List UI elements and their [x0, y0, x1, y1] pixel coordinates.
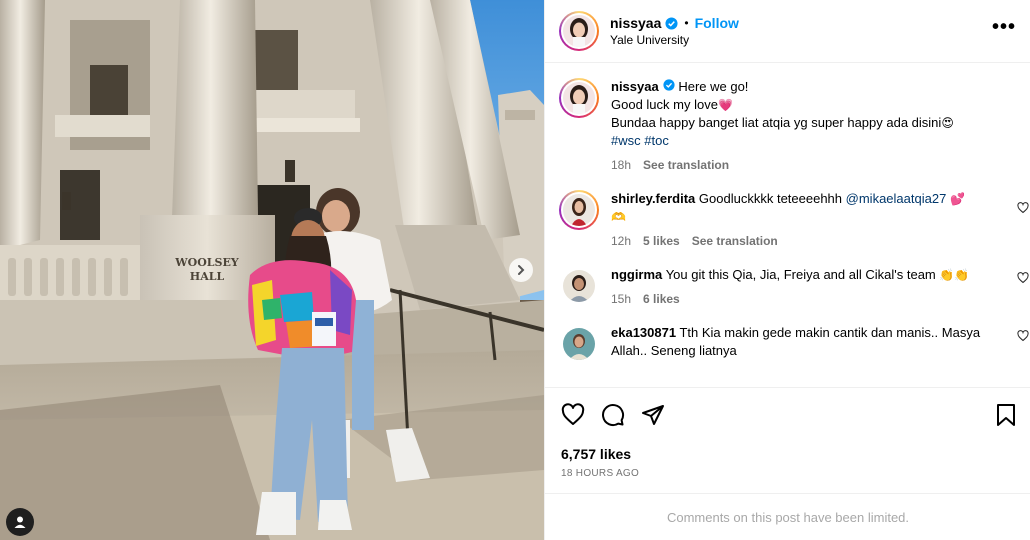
caption-time[interactable]: 18h [611, 156, 631, 174]
svg-text:HALL: HALL [190, 270, 225, 283]
caption-username[interactable]: nissyaa [611, 79, 659, 94]
hashtag-toc[interactable]: #toc [644, 133, 669, 148]
more-options-icon[interactable]: ••• [992, 16, 1016, 39]
verified-badge-icon [663, 79, 675, 91]
comment-like-heart-icon[interactable] [1017, 202, 1029, 217]
author-avatar[interactable] [559, 11, 599, 51]
comment-item: shirley.ferdita Goodluckkkk teteeeehhh @… [559, 190, 1030, 250]
comment-username[interactable]: shirley.ferdita [611, 191, 695, 206]
comment-see-translation[interactable]: See translation [692, 232, 778, 250]
caption-line-2: Good luck my love [611, 97, 718, 112]
post-photo: WOOLSEY HALL [0, 0, 544, 540]
comment-item: eka130871 Tth Kia makin gede makin canti… [559, 324, 1030, 360]
post-header: nissyaa • Follow Yale University ••• [545, 0, 1030, 63]
post-location[interactable]: Yale University [610, 33, 992, 47]
comment-text: Goodluckkkk teteeeehhh [698, 191, 843, 206]
follow-button[interactable]: Follow [695, 15, 739, 31]
comment-avatar[interactable] [563, 328, 595, 360]
comment-like-heart-icon[interactable] [1017, 272, 1029, 287]
comment-username[interactable]: eka130871 [611, 325, 676, 340]
user-icon [13, 515, 27, 529]
comment-item: nggirma You git this Qia, Jia, Freiya an… [559, 266, 1030, 308]
like-heart-icon[interactable] [561, 403, 585, 427]
save-bookmark-icon[interactable] [995, 403, 1017, 427]
comment-bubble-icon[interactable] [601, 403, 625, 427]
post-timestamp[interactable]: 18 HOURS AGO [561, 468, 1017, 479]
post-modal: WOOLSEY HALL nissyaa • Follow Yale Unive… [0, 0, 1030, 540]
author-username[interactable]: nissyaa [610, 15, 661, 31]
comment-likes[interactable]: 6 likes [643, 290, 680, 308]
comment-time[interactable]: 15h [611, 290, 631, 308]
pink-heart-icon: 💗 [717, 98, 733, 112]
comment-like-heart-icon[interactable] [1017, 330, 1029, 345]
comment-username[interactable]: nggirma [611, 267, 662, 282]
verified-badge-icon [665, 16, 678, 30]
clapping-hands-icon: 👏👏 [939, 268, 970, 282]
separator-dot: • [684, 16, 689, 30]
comment-avatar[interactable] [563, 270, 595, 302]
caption-line-3: Bundaa happy banget liat atqia yg super … [611, 115, 942, 130]
next-photo-button[interactable] [509, 258, 533, 282]
comment-mention[interactable]: @mikaelaatqia27 [846, 191, 947, 206]
comment-avatar[interactable] [559, 190, 599, 230]
post-actions: 6,757 likes 18 HOURS AGO [545, 387, 1030, 479]
comment-likes[interactable]: 5 likes [643, 232, 680, 250]
comments-limited-notice: Comments on this post have been limited. [545, 493, 1030, 540]
caption: nissyaa Here we go! Good luck my love💗 B… [559, 78, 1030, 174]
tagged-users-button[interactable] [6, 508, 34, 536]
hashtag-wsc[interactable]: #wsc [611, 133, 641, 148]
chevron-right-icon [515, 264, 527, 276]
post-details-panel: nissyaa • Follow Yale University ••• nis… [544, 0, 1030, 540]
caption-see-translation[interactable]: See translation [643, 156, 729, 174]
comments-list: nissyaa Here we go! Good luck my love💗 B… [545, 64, 1030, 387]
caption-line-1: Here we go! [678, 79, 749, 94]
building-sign-text: WOOLSEY [174, 256, 239, 269]
comment-text: You git this Qia, Jia, Freiya and all Ci… [665, 267, 936, 282]
likes-count[interactable]: 6,757 likes [561, 446, 1017, 462]
building-photo: WOOLSEY HALL [0, 0, 544, 540]
heart-hands-icon: 🫶 [611, 210, 626, 224]
sparkling-heart-icon: 💕 [949, 192, 965, 206]
heart-eyes-icon: 😍 [941, 116, 954, 130]
caption-avatar[interactable] [559, 78, 599, 118]
comment-time[interactable]: 12h [611, 232, 631, 250]
caption-body: nissyaa Here we go! Good luck my love💗 B… [611, 78, 1016, 174]
share-paper-plane-icon[interactable] [641, 403, 665, 427]
